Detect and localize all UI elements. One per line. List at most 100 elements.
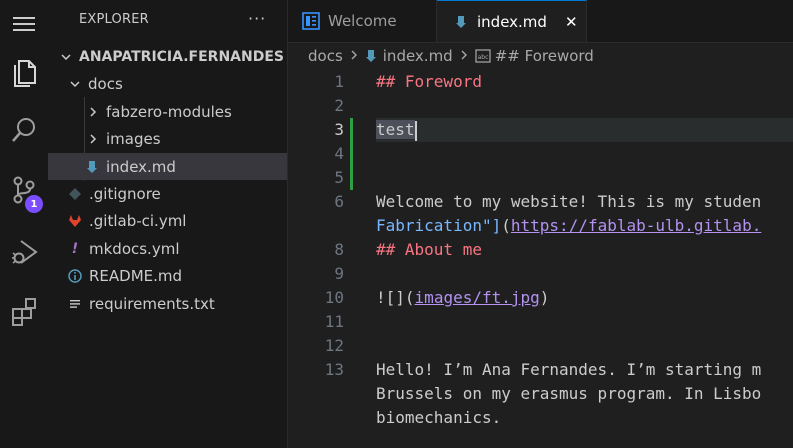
code-token: Fabrication"] xyxy=(376,216,502,235)
welcome-icon xyxy=(302,12,320,30)
code-token: ## About me xyxy=(376,240,482,259)
line-number: 10 xyxy=(324,288,344,307)
line-number: 4 xyxy=(334,144,344,163)
code-line[interactable]: Fabrication"](https://fablab-ulb.gitlab. xyxy=(376,214,761,238)
tree-item-label: fabzero-modules xyxy=(106,102,232,121)
tree-item-label: .gitignore xyxy=(89,184,161,203)
run-debug-button[interactable] xyxy=(0,228,48,276)
modified-lines-indicator xyxy=(350,118,353,190)
tree-item-images[interactable]: images xyxy=(48,125,287,152)
tree-item-gitignore[interactable]: .gitignore xyxy=(48,180,287,207)
tab-welcome[interactable]: Welcome xyxy=(288,0,437,42)
tree-item-label: mkdocs.yml xyxy=(89,239,180,258)
code-token: ## Foreword xyxy=(376,72,482,91)
line-number: 5 xyxy=(334,168,344,187)
search-icon xyxy=(12,118,35,142)
chevron-right-icon xyxy=(459,49,469,64)
line-number: 2 xyxy=(334,96,344,115)
tree-item-docs[interactable]: docs xyxy=(48,70,287,97)
line-number: 3 xyxy=(334,120,344,139)
markdown-icon xyxy=(84,159,100,175)
extensions-icon xyxy=(12,298,36,326)
yaml-icon: ! xyxy=(71,240,79,257)
text-cursor xyxy=(414,120,417,141)
chevron-right-icon xyxy=(85,131,101,147)
close-icon[interactable]: ✕ xyxy=(565,13,578,31)
line-number xyxy=(288,214,344,238)
code-line[interactable]: ## About me xyxy=(376,238,482,262)
line-number: 9 xyxy=(334,264,344,283)
tree-item-label: images xyxy=(106,129,161,148)
chevron-right-icon xyxy=(349,49,359,64)
code-token: ![] xyxy=(376,288,405,307)
code-line[interactable]: ![](images/ft.jpg) xyxy=(376,286,549,310)
tab-label: index.md xyxy=(477,12,547,31)
tree-item-readme[interactable]: README.md xyxy=(48,262,287,289)
extensions-button[interactable] xyxy=(0,288,48,336)
chevron-down-icon xyxy=(58,49,74,65)
tree-item-requirements[interactable]: requirements.txt xyxy=(48,290,287,317)
current-line-highlight xyxy=(376,118,793,142)
code-line[interactable]: Hello! I’m Ana Fernandes. I’m starting m xyxy=(376,358,761,382)
breadcrumb-item-heading[interactable]: ## Foreword xyxy=(495,47,594,65)
menu-icon xyxy=(13,17,35,31)
code-token: test xyxy=(376,120,415,139)
breadcrumb: docs index.md abc ## Foreword xyxy=(288,43,793,69)
line-number: 8 xyxy=(334,240,344,259)
code-line[interactable]: ## Foreword xyxy=(376,70,482,94)
code-token: https://fablab-ulb.gitlab. xyxy=(510,216,762,235)
code-line[interactable]: biomechanics. xyxy=(376,406,501,430)
chevron-right-icon xyxy=(85,104,101,120)
breadcrumb-item-docs[interactable]: docs xyxy=(308,47,343,65)
workspace-root[interactable]: ANAPATRICIA.FERNANDES xyxy=(48,43,287,70)
explorer-sidebar: EXPLORER ··· ANAPATRICIA.FERNANDES docs … xyxy=(48,0,288,448)
line-number: 11 xyxy=(324,312,344,331)
code-token: ( xyxy=(501,216,511,235)
gitlab-icon xyxy=(67,213,83,229)
files-icon xyxy=(14,60,36,87)
tree-item-index-md[interactable]: index.md xyxy=(48,153,287,180)
tab-index-md[interactable]: index.md ✕ xyxy=(437,0,587,42)
explorer-title: EXPLORER xyxy=(79,12,149,27)
activity-bar: 1 xyxy=(0,0,48,448)
more-actions-button[interactable]: ··· xyxy=(248,9,266,28)
tree-item-label: index.md xyxy=(106,157,176,176)
line-number xyxy=(288,406,344,430)
markdown-icon xyxy=(365,49,377,63)
tree-item-label: docs xyxy=(88,74,123,93)
code-token: images/ft.jpg xyxy=(414,288,540,307)
run-debug-icon xyxy=(12,240,38,264)
line-number xyxy=(288,382,344,406)
info-icon xyxy=(67,268,83,284)
code-token: ( xyxy=(404,288,415,307)
breadcrumb-item-file[interactable]: index.md xyxy=(383,47,453,65)
tree-item-gitlab-ci[interactable]: .gitlab-ci.yml xyxy=(48,207,287,234)
tab-bar: Welcome index.md ✕ xyxy=(288,0,793,43)
markdown-icon xyxy=(455,15,467,29)
explorer-header: EXPLORER ··· xyxy=(48,0,287,40)
text-file-icon xyxy=(67,296,83,312)
code-token: Welcome to my website! This is my studen xyxy=(376,192,762,211)
explorer-button[interactable] xyxy=(0,48,48,96)
git-icon xyxy=(67,186,83,202)
line-number: 1 xyxy=(334,72,344,91)
line-number: 12 xyxy=(324,336,344,355)
source-control-badge: 1 xyxy=(25,195,43,213)
chevron-down-icon xyxy=(67,76,83,92)
tree-item-label: README.md xyxy=(89,266,183,285)
code-line[interactable]: Brussels on my erasmus program. In Lisbo xyxy=(376,382,761,406)
tree-item-fabzero-modules[interactable]: fabzero-modules xyxy=(48,98,287,125)
code-token: Hello! I’m Ana Fernandes. I’m starting m xyxy=(376,360,762,379)
code-line[interactable]: test xyxy=(376,118,417,142)
search-button[interactable] xyxy=(0,106,48,154)
svg-text:abc: abc xyxy=(477,54,488,61)
tab-label: Welcome xyxy=(328,12,397,30)
code-token: Brussels on my erasmus program. In Lisbo xyxy=(376,384,762,403)
code-editor[interactable]: 1 ## Foreword 2 3 test 4 5 6 Welcome to my websi… xyxy=(288,70,793,448)
code-line[interactable]: Welcome to my website! This is my studen xyxy=(376,190,761,214)
tree-item-mkdocs[interactable]: ! mkdocs.yml xyxy=(48,235,287,262)
menu-button[interactable] xyxy=(0,0,48,48)
symbol-string-icon: abc xyxy=(475,49,491,63)
line-number: 13 xyxy=(324,360,344,379)
code-token: ) xyxy=(539,288,550,307)
